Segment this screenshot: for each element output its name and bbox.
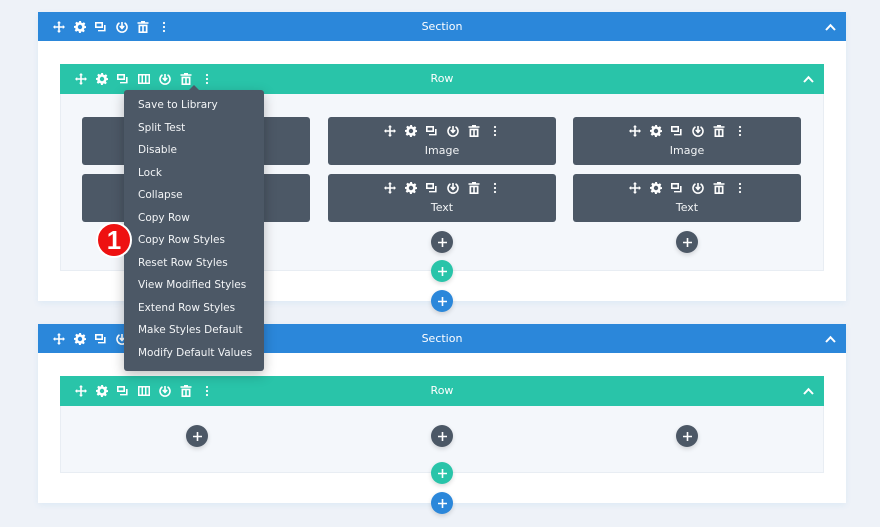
row-context-menu: Save to Library Split Test Disable Lock … <box>124 85 264 371</box>
plus-icon <box>683 238 692 247</box>
module-title: Image <box>669 144 705 157</box>
menu-item-make-styles-default[interactable]: Make Styles Default <box>124 319 264 342</box>
plus-icon <box>438 499 447 508</box>
duplicate-icon[interactable] <box>421 124 442 138</box>
plus-icon <box>193 432 202 441</box>
chevron-up-icon[interactable] <box>825 324 836 353</box>
add-module-button[interactable] <box>676 425 698 447</box>
chevron-up-icon[interactable] <box>803 376 814 406</box>
row-2-title: Row <box>430 384 454 397</box>
add-section-button[interactable] <box>431 492 453 514</box>
menu-item-reset-row-styles[interactable]: Reset Row Styles <box>124 252 264 275</box>
plus-icon <box>438 267 447 276</box>
module-toolbar <box>328 124 556 138</box>
save-icon[interactable] <box>687 124 708 138</box>
move-icon[interactable] <box>624 124 645 138</box>
menu-item-collapse[interactable]: Collapse <box>124 184 264 207</box>
more-icon[interactable] <box>729 124 750 138</box>
row-2-header[interactable]: Row <box>60 376 824 406</box>
duplicate-icon[interactable] <box>666 124 687 138</box>
chevron-up-icon[interactable] <box>803 64 814 94</box>
gear-icon[interactable] <box>645 181 666 195</box>
move-icon[interactable] <box>624 181 645 195</box>
plus-icon <box>683 432 692 441</box>
menu-item-copy-row-styles[interactable]: Copy Row Styles <box>124 229 264 252</box>
gear-icon[interactable] <box>400 124 421 138</box>
add-module-button[interactable] <box>186 425 208 447</box>
add-row-button[interactable] <box>431 260 453 282</box>
move-icon[interactable] <box>379 181 400 195</box>
module-image[interactable]: Image <box>573 117 801 165</box>
save-icon[interactable] <box>687 181 708 195</box>
more-icon[interactable] <box>484 124 505 138</box>
move-icon[interactable] <box>379 124 400 138</box>
menu-item-split-test[interactable]: Split Test <box>124 117 264 140</box>
menu-item-lock[interactable]: Lock <box>124 162 264 185</box>
plus-icon <box>438 432 447 441</box>
menu-item-disable[interactable]: Disable <box>124 139 264 162</box>
section-1-title: Section <box>421 20 463 33</box>
module-text[interactable]: Text <box>328 174 556 222</box>
add-module-button[interactable] <box>431 231 453 253</box>
module-text[interactable]: Text <box>573 174 801 222</box>
module-title: Image <box>424 144 460 157</box>
plus-icon <box>438 297 447 306</box>
add-module-button[interactable] <box>676 231 698 253</box>
menu-item-modify-default-values[interactable]: Modify Default Values <box>124 342 264 365</box>
duplicate-icon[interactable] <box>666 181 687 195</box>
menu-item-save-to-library[interactable]: Save to Library <box>124 94 264 117</box>
module-toolbar <box>573 181 801 195</box>
plus-icon <box>438 238 447 247</box>
save-icon[interactable] <box>442 124 463 138</box>
menu-item-copy-row[interactable]: Copy Row <box>124 207 264 230</box>
trash-icon[interactable] <box>708 124 729 138</box>
module-toolbar <box>328 181 556 195</box>
step-number-badge: 1 <box>96 222 132 258</box>
gear-icon[interactable] <box>400 181 421 195</box>
section-1-header[interactable]: Section <box>38 12 846 41</box>
trash-icon[interactable] <box>708 181 729 195</box>
add-section-button[interactable] <box>431 290 453 312</box>
menu-item-extend-row-styles[interactable]: Extend Row Styles <box>124 297 264 320</box>
chevron-up-icon[interactable] <box>825 12 836 41</box>
module-title: Text <box>430 201 454 214</box>
duplicate-icon[interactable] <box>421 181 442 195</box>
trash-icon[interactable] <box>463 181 484 195</box>
module-image[interactable]: Image <box>328 117 556 165</box>
add-module-button[interactable] <box>431 425 453 447</box>
row-2: Row <box>60 376 824 473</box>
module-title: Text <box>675 201 699 214</box>
module-toolbar <box>573 124 801 138</box>
trash-icon[interactable] <box>463 124 484 138</box>
more-icon[interactable] <box>484 181 505 195</box>
menu-item-view-modified-styles[interactable]: View Modified Styles <box>124 274 264 297</box>
add-row-button[interactable] <box>431 462 453 484</box>
more-icon[interactable] <box>729 181 750 195</box>
save-icon[interactable] <box>442 181 463 195</box>
gear-icon[interactable] <box>645 124 666 138</box>
plus-icon <box>438 469 447 478</box>
